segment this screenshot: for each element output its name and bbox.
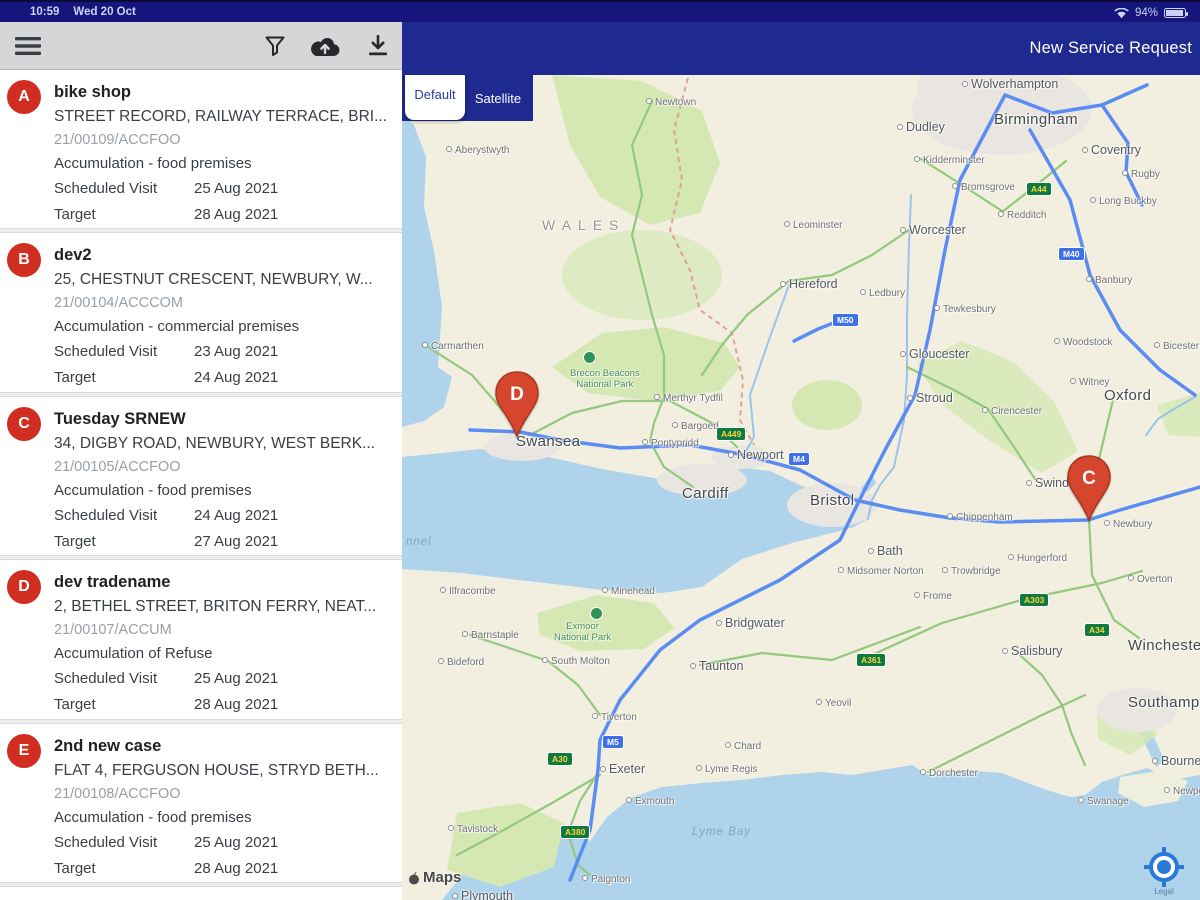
item-address: 25, CHESTNUT CRESCENT, NEWBURY, W... <box>54 271 373 289</box>
target-date: 24 Aug 2021 <box>194 369 279 387</box>
scheduled-visit-label: Scheduled Visit <box>54 833 158 851</box>
item-reference: 21/00105/ACCFOO <box>54 458 181 475</box>
scheduled-visit-label: Scheduled Visit <box>54 343 158 361</box>
item-reference: 21/00108/ACCFOO <box>54 785 181 802</box>
item-badge: C <box>7 406 41 441</box>
item-badge: B <box>7 243 41 278</box>
item-scheduled-visit: Scheduled Visit 25 Aug 2021 <box>54 834 278 851</box>
list-item[interactable]: C Tuesday SRNEW 34, DIGBY ROAD, NEWBURY, W… <box>0 396 402 556</box>
filter-funnel-icon[interactable] <box>255 22 295 70</box>
list-item[interactable]: E 2nd new case FLAT 4, FERGUSON HOUSE, STR… <box>0 723 402 882</box>
target-date: 28 Aug 2021 <box>194 859 279 877</box>
item-title: bike shop <box>54 83 132 101</box>
map-tab-default[interactable]: Default <box>405 75 465 120</box>
list-item[interactable]: Bdev2 25, CHESTNUT CRESCENT, NEWBURY, W..… <box>0 233 402 392</box>
status-time-date: 10:59 Wed 20 Oct <box>30 6 136 18</box>
scheduled-visit-label: Scheduled Visit <box>54 180 158 197</box>
list-item[interactable]: Ddev tradename 2, BETHEL STREET, BRITON F… <box>0 560 402 719</box>
new-service-request-button[interactable]: New Service Request <box>1030 22 1192 75</box>
map-canvas[interactable]: Wolverhampton Dudley Birmingham Coventry Rug… <box>402 75 1200 900</box>
item-address: 34, DIGBY ROAD, NEWBURY, WEST BERK... <box>54 434 375 452</box>
scheduled-visit-date: 23 Aug 2021 <box>194 343 279 361</box>
target-date: 28 Aug 2021 <box>194 696 279 714</box>
scheduled-visit-date: 25 Aug 2021 <box>194 670 279 688</box>
item-reference: 21/00107/ACCUM <box>54 622 172 639</box>
item-target: Target 28 Aug 2021 <box>54 206 278 223</box>
item-title: dev tradename <box>54 573 171 592</box>
target-date: 28 Aug 2021 <box>194 206 279 223</box>
list-divider <box>0 881 402 887</box>
item-target: Target 27 Aug 2021 <box>54 533 278 550</box>
map-tab-satellite[interactable]: Satellite <box>466 75 530 121</box>
item-target: Target 24 Aug 2021 <box>54 369 278 386</box>
item-scheduled-visit: Scheduled Visit 25 Aug 2021 <box>54 180 278 197</box>
item-target: Target 28 Aug 2021 <box>54 860 278 877</box>
target-label: Target <box>54 532 96 550</box>
item-category: Accumulation of Refuse <box>54 645 213 663</box>
maps-attribution: Maps <box>408 869 461 886</box>
item-scheduled-visit: Scheduled Visit 24 Aug 2021 <box>54 507 278 524</box>
target-label: Target <box>54 206 96 223</box>
item-target: Target 28 Aug 2021 <box>54 696 278 713</box>
list-item[interactable]: Abike shop STREET RECORD, RAILWAY TERRACE… <box>0 70 402 229</box>
cloud-upload-icon[interactable] <box>303 22 347 70</box>
status-date: Wed 20 Oct <box>73 6 136 18</box>
item-category: Accumulation - commercial premises <box>54 318 300 336</box>
legal-link[interactable]: Legal <box>1138 887 1190 896</box>
scheduled-visit-label: Scheduled Visit <box>54 506 158 524</box>
hamburger-menu-icon[interactable] <box>8 22 48 70</box>
item-category: Accumulation - food premises <box>54 481 252 499</box>
item-category: Accumulation - food premises <box>54 155 252 172</box>
service-request-list: Abike shop STREET RECORD, RAILWAY TERRACE… <box>0 70 402 900</box>
map-pin-d[interactable]: D <box>494 370 540 438</box>
target-date: 27 Aug 2021 <box>194 532 279 550</box>
item-title: 2nd new case <box>54 736 162 755</box>
scheduled-visit-date: 25 Aug 2021 <box>194 180 279 197</box>
target-label: Target <box>54 859 96 877</box>
apple-logo-icon <box>409 871 419 884</box>
target-label: Target <box>54 696 96 714</box>
item-badge: D <box>7 570 41 605</box>
wifi-icon <box>1114 7 1129 18</box>
status-time: 10:59 <box>30 6 60 18</box>
item-reference: 21/00109/ACCFOO <box>54 132 181 148</box>
svg-text:D: D <box>510 384 524 405</box>
item-address: 2, BETHEL STREET, BRITON FERRY, NEAT... <box>54 598 377 616</box>
scheduled-visit-label: Scheduled Visit <box>54 670 158 688</box>
scheduled-visit-date: 25 Aug 2021 <box>194 833 279 851</box>
app-header: New Service Request <box>402 22 1200 75</box>
map-pin-c[interactable]: C <box>1066 454 1112 522</box>
target-label: Target <box>54 369 96 387</box>
item-badge: E <box>7 733 41 768</box>
list-toolbar <box>0 22 402 70</box>
item-badge: A <box>7 80 41 114</box>
item-category: Accumulation - food premises <box>54 808 252 826</box>
item-title: dev2 <box>54 246 92 265</box>
item-scheduled-visit: Scheduled Visit 23 Aug 2021 <box>54 343 278 360</box>
item-address: FLAT 4, FERGUSON HOUSE, STRYD BETH... <box>54 761 379 779</box>
scheduled-visit-date: 24 Aug 2021 <box>194 506 279 524</box>
download-icon[interactable] <box>357 22 399 70</box>
item-scheduled-visit: Scheduled Visit 25 Aug 2021 <box>54 670 278 687</box>
item-address: STREET RECORD, RAILWAY TERRACE, BRI... <box>54 108 388 125</box>
battery-percent: 94% <box>1134 7 1158 19</box>
item-reference: 21/00104/ACCCOM <box>54 295 183 312</box>
svg-text:C: C <box>1082 468 1096 489</box>
item-title: Tuesday SRNEW <box>54 409 186 428</box>
status-bar: 10:59 Wed 20 Oct 94% <box>0 0 1200 22</box>
map-layer-tabs: Default Satellite <box>402 75 533 121</box>
battery-icon <box>1164 8 1188 18</box>
